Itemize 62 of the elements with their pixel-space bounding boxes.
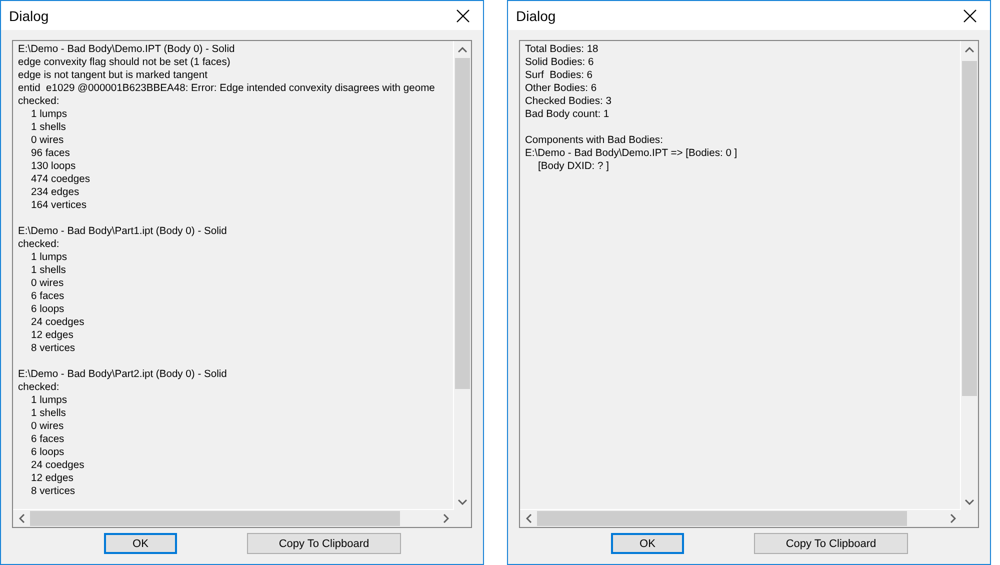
chevron-down-icon <box>965 498 974 504</box>
output-line: 6 faces <box>30 433 64 446</box>
window-title: Dialog <box>516 8 556 24</box>
output-line: 1 shells <box>30 264 66 277</box>
output-line: 1 lumps <box>30 394 68 407</box>
output-line: Solid Bodies: 6 <box>525 56 594 69</box>
output-line: checked: <box>18 381 60 394</box>
output-line: 0 wires <box>30 277 64 290</box>
chevron-up-icon <box>458 46 467 52</box>
ok-button[interactable]: OK <box>104 533 177 554</box>
output-line: edge convexity flag should not be set (1 faces) <box>18 56 230 69</box>
output-line: 8 vertices <box>30 485 76 498</box>
output-line: E:\Demo - Bad Body\Part1.ipt (Body 0) - Solid <box>18 225 227 238</box>
output-line: edge is not tangent but is marked tangent <box>18 69 208 82</box>
output-line: 12 edges <box>30 329 74 342</box>
output-line: [Body DXID: ? ] <box>537 160 609 173</box>
output-line: 1 lumps <box>30 251 68 264</box>
output-line: Checked Bodies: 3 <box>525 95 612 108</box>
close-icon <box>456 8 470 22</box>
output-line: 164 vertices <box>30 199 87 212</box>
output-line: 24 coedges <box>30 459 84 472</box>
output-line: 6 loops <box>30 446 64 459</box>
output-line: 1 shells <box>30 121 66 134</box>
window-title: Dialog <box>9 8 49 24</box>
scrollbar-thumb[interactable] <box>537 511 908 526</box>
output-line: 6 faces <box>30 290 64 303</box>
output-line: Bad Body count: 1 <box>525 108 610 121</box>
scrollbar-thumb[interactable] <box>455 58 470 389</box>
close-icon <box>963 8 977 22</box>
scrollbar-thumb[interactable] <box>30 511 400 526</box>
chevron-right-icon <box>442 514 448 523</box>
output-line: 12 edges <box>30 472 74 485</box>
chevron-left-icon <box>526 514 532 523</box>
output-line: E:\Demo - Bad Body\Demo.IPT (Body 0) - Solid <box>18 43 235 56</box>
output-line: 0 wires <box>30 134 64 147</box>
output-line: 6 loops <box>30 303 64 316</box>
output-line: 1 shells <box>30 407 66 420</box>
output-line: Other Bodies: 6 <box>525 82 597 95</box>
output-line: 234 edges <box>30 186 80 199</box>
output-line: Components with Bad Bodies: <box>525 134 663 147</box>
output-line: 8 vertices <box>30 342 76 355</box>
output-line: 96 faces <box>30 147 70 160</box>
scrollbar-thumb[interactable] <box>962 61 977 396</box>
ok-button[interactable]: OK <box>611 533 684 554</box>
output-line: E:\Demo - Bad Body\Demo.IPT => [Bodies: 0 ] <box>525 147 738 160</box>
chevron-left-icon <box>18 514 24 523</box>
chevron-down-icon <box>458 498 467 504</box>
output-line: Total Bodies: 18 <box>525 43 598 56</box>
output-line: checked: <box>18 95 60 108</box>
copy-button[interactable]: Copy To Clipboard <box>754 533 908 554</box>
output-line: E:\Demo - Bad Body\Part2.ipt (Body 0) - Solid <box>18 368 227 381</box>
output-line: checked: <box>18 238 60 251</box>
output-line: entid e1029 @000001B623BBEA48: Error: Edge intended convexity disagrees with geome <box>18 82 435 95</box>
output-line: 130 loops <box>30 160 76 173</box>
output-line: 1 lumps <box>30 108 68 121</box>
chevron-up-icon <box>965 46 974 52</box>
output-line: 24 coedges <box>30 316 84 329</box>
copy-button[interactable]: Copy To Clipboard <box>247 533 401 554</box>
chevron-right-icon <box>950 514 956 523</box>
output-line: Surf Bodies: 6 <box>525 69 593 82</box>
output-line: 474 coedges <box>30 173 90 186</box>
output-line: 0 wires <box>30 420 64 433</box>
